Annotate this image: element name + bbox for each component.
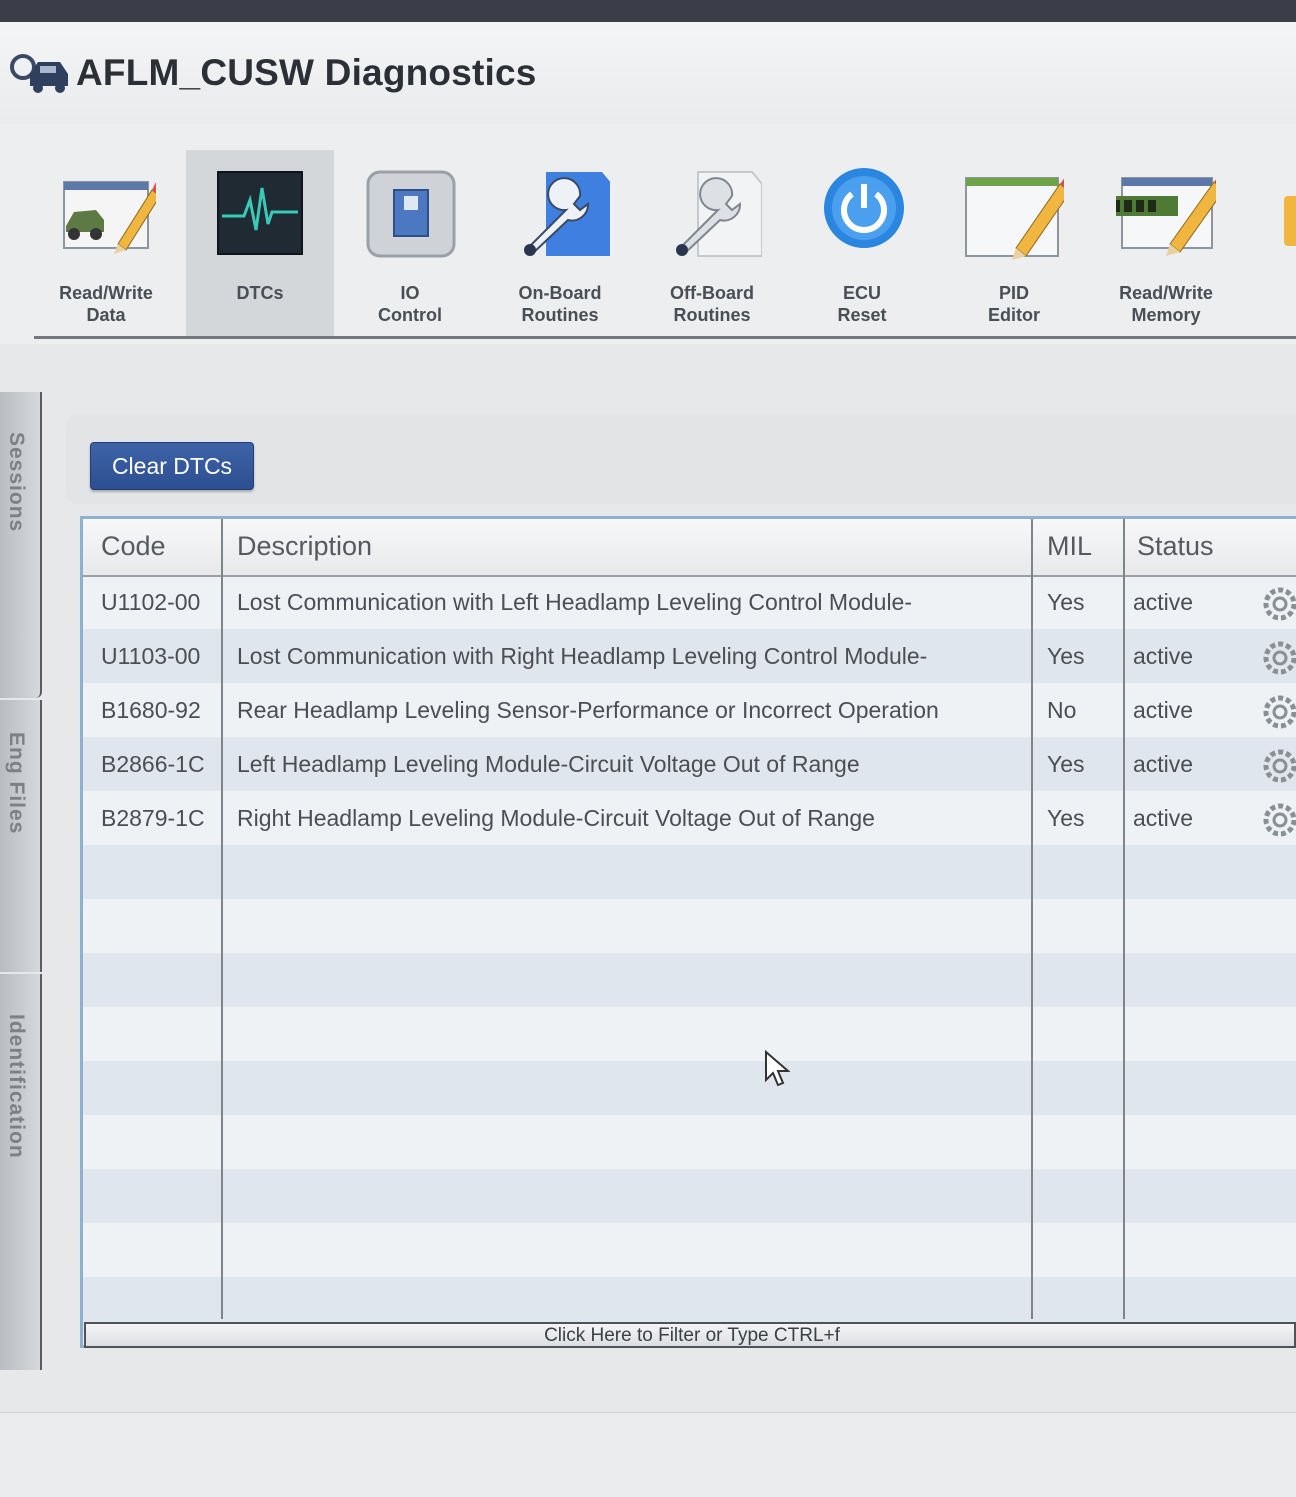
toolbar-overflow-item[interactable] <box>1284 196 1296 246</box>
dtc-mil: Yes <box>1047 805 1085 831</box>
dtc-code: B1680-92 <box>101 697 201 723</box>
side-tab-sessions[interactable]: Sessions <box>0 392 42 698</box>
header-description[interactable]: Description <box>237 531 372 562</box>
header-mil[interactable]: MIL <box>1047 531 1092 562</box>
toolbar-off-board-routines-button[interactable]: Off-Board Routines <box>638 150 786 338</box>
dtc-mil: Yes <box>1047 643 1085 669</box>
dtc-status: active <box>1133 643 1194 669</box>
dtc-table: Code Description MIL Status U1102-00 Los… <box>80 516 1296 1348</box>
side-tab-identification-label: Identification <box>5 1014 28 1159</box>
row-stripe <box>83 953 1296 1007</box>
table-header: Code Description MIL Status <box>83 519 1296 577</box>
filter-bar[interactable]: Click Here to Filter or Type CTRL+f <box>84 1322 1296 1348</box>
filter-hint: Click Here to Filter or Type CTRL+f <box>544 1325 840 1346</box>
dtc-code: B2879-1C <box>101 805 205 831</box>
car-magnifier-icon <box>10 54 68 93</box>
screen-top-edge <box>0 0 1296 22</box>
table-row[interactable]: B1680-92 Rear Headlamp Leveling Sensor-P… <box>83 685 1296 739</box>
wrench-document-icon <box>524 172 610 256</box>
table-row[interactable]: B2879-1C Right Headlamp Leveling Module-… <box>83 793 1296 847</box>
bottom-panel <box>0 1412 1296 1497</box>
io-switch-icon <box>366 170 456 258</box>
row-stripe <box>83 845 1296 899</box>
toolbar-dtcs-label: DTCs <box>236 283 284 303</box>
toolbar-dtcs-button[interactable]: DTCs <box>186 150 334 338</box>
waveform-icon <box>217 171 303 255</box>
toolbar-io-control-button[interactable]: IO Control <box>336 150 484 338</box>
dtc-code: U1102-00 <box>101 589 201 615</box>
gear-icon[interactable] <box>1261 747 1296 785</box>
dtc-description: Lost Communication with Right Headlamp L… <box>237 643 928 669</box>
memory-pencil-icon <box>1116 177 1216 256</box>
mouse-cursor-icon <box>765 1050 790 1087</box>
side-tab-identification[interactable]: Identification <box>0 974 42 1370</box>
dtc-status: active <box>1133 751 1194 777</box>
table-row[interactable]: U1102-00 Lost Communication with Left He… <box>83 577 1296 631</box>
table-row[interactable]: B2866-1C Left Headlamp Leveling Module-C… <box>83 739 1296 793</box>
side-tab-sessions-label: Sessions <box>5 432 28 533</box>
toolbar-read-write-data-label: Read/Write Data <box>59 283 153 325</box>
toolbar-read-write-memory-button[interactable]: Read/Write Memory <box>1092 150 1240 338</box>
table-row[interactable]: U1103-00 Lost Communication with Right H… <box>83 631 1296 685</box>
toolbar-on-board-routines-label: On-Board Routines <box>518 283 602 325</box>
dtc-description: Rear Headlamp Leveling Sensor-Performanc… <box>237 697 939 723</box>
dtc-mil: No <box>1047 697 1077 723</box>
toolbar-ecu-reset-button[interactable]: ECU Reset <box>788 150 936 338</box>
side-tab-eng-files-label: Eng Files <box>5 732 28 835</box>
clear-dtcs-button[interactable]: Clear DTCs <box>90 442 254 490</box>
header-status[interactable]: Status <box>1137 531 1214 562</box>
dtc-description: Lost Communication with Left Headlamp Le… <box>237 589 913 615</box>
toolbar-pid-editor-button[interactable]: PID Editor <box>940 150 1088 338</box>
gear-icon[interactable] <box>1261 639 1296 677</box>
dtc-code: B2866-1C <box>101 751 205 777</box>
dtc-status: active <box>1133 697 1194 723</box>
row-stripe <box>83 1169 1296 1223</box>
header-code[interactable]: Code <box>101 531 166 562</box>
dtc-status: active <box>1133 589 1194 615</box>
toolbar-ecu-reset-label: ECU Reset <box>837 283 887 325</box>
toolbar-read-write-data-button[interactable]: Read/Write Data <box>32 150 180 338</box>
side-tab-eng-files[interactable]: Eng Files <box>0 700 42 972</box>
toolbar-read-write-memory-label: Read/Write Memory <box>1119 283 1213 325</box>
row-stripe <box>83 1061 1296 1115</box>
pencil-document-icon <box>965 177 1064 260</box>
gear-icon[interactable] <box>1261 693 1296 731</box>
toolbar-io-control-label: IO Control <box>378 283 442 325</box>
title-bar: AFLM_CUSW Diagnostics <box>0 22 1296 126</box>
wrench-document-grey-icon <box>676 171 762 257</box>
dtc-mil: Yes <box>1047 589 1085 615</box>
toolbar-on-board-routines-button[interactable]: On-Board Routines <box>486 150 634 338</box>
toolbar-divider <box>34 336 1296 339</box>
dtc-description: Left Headlamp Leveling Module-Circuit Vo… <box>237 751 860 777</box>
car-pencil-icon <box>63 181 156 254</box>
dtc-mil: Yes <box>1047 751 1085 777</box>
gear-icon[interactable] <box>1261 585 1296 623</box>
toolbar-off-board-routines-label: Off-Board Routines <box>670 283 754 325</box>
toolbar-pid-editor-label: PID Editor <box>988 283 1040 325</box>
dtc-description: Right Headlamp Leveling Module-Circuit V… <box>237 805 875 831</box>
app-title: AFLM_CUSW Diagnostics <box>76 52 537 93</box>
power-icon <box>824 168 904 248</box>
dtc-status: active <box>1133 805 1194 831</box>
dtc-code: U1103-00 <box>101 643 201 669</box>
gear-icon[interactable] <box>1261 801 1296 839</box>
